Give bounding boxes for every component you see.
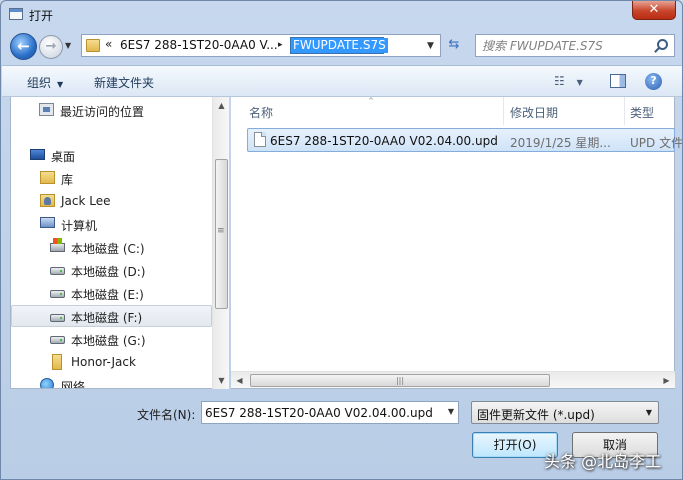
recent-pages-chevron-down-icon[interactable]: ▼ — [65, 41, 71, 50]
navigation-pane-scrollbar[interactable]: ▲ ▼ — [212, 97, 229, 389]
watermark: 头条 @北岛李工 — [544, 452, 662, 471]
navigation-bar: ← → ▼ « 6ES7 288-1ST20-0AA0 V... ▸ FWUPD… — [1, 29, 682, 65]
library-icon — [40, 171, 55, 184]
desktop-icon — [30, 149, 45, 160]
nav-item-label: 桌面 — [51, 150, 76, 164]
filetype-select[interactable]: 固件更新文件 (*.upd) ▼ — [471, 401, 659, 424]
system-drive-icon — [50, 238, 65, 252]
nav-item-drive-f[interactable]: 本地磁盘 (F:) — [11, 305, 212, 327]
filetype-chevron-down-icon: ▼ — [645, 408, 652, 417]
nav-item-desktop[interactable]: 桌面 — [11, 144, 211, 166]
forward-button[interactable]: → — [39, 35, 63, 59]
file-date: 2019/1/25 星期... — [510, 136, 611, 150]
table-row[interactable]: 6ES7 288-1ST20-0AA0 V02.04.00.upd 2019/1… — [247, 128, 682, 152]
nav-item-drive-d[interactable]: 本地磁盘 (D:) — [11, 259, 211, 281]
nav-item-recent-places[interactable]: 最近访问的位置 — [11, 99, 211, 121]
nav-item-label: 网络 — [61, 380, 86, 389]
nav-item-label: 库 — [61, 173, 74, 187]
scroll-right-icon[interactable]: ▶ — [658, 372, 675, 389]
window-title: 打开 — [29, 9, 54, 23]
drive-icon — [50, 336, 65, 344]
scrollbar-thumb[interactable]: ||| — [250, 374, 550, 387]
recent-places-icon — [39, 103, 54, 116]
nav-item-libraries[interactable]: 库 — [11, 167, 211, 189]
device-icon — [52, 354, 62, 370]
scroll-left-icon[interactable]: ◀ — [231, 372, 248, 389]
column-header-label: 类型 — [630, 106, 655, 120]
address-bar[interactable]: « 6ES7 288-1ST20-0AA0 V... ▸ FWUPDATE.S7… — [81, 34, 441, 57]
nav-item-label: 本地磁盘 (C:) — [71, 242, 145, 256]
sort-ascending-icon: ^ — [368, 97, 374, 105]
filetype-value: 固件更新文件 (*.upd) — [477, 408, 595, 422]
folder-icon — [86, 39, 100, 52]
drive-icon — [50, 267, 65, 275]
nav-item-computer[interactable]: 计算机 — [11, 213, 211, 235]
computer-icon — [40, 217, 55, 228]
column-header-label: 名称 — [249, 106, 274, 120]
filename-combobox[interactable]: ▼ — [201, 401, 459, 424]
nav-item-network[interactable]: 网络 — [11, 374, 211, 389]
scroll-up-icon[interactable]: ▲ — [213, 97, 230, 114]
nav-item-drive-c[interactable]: 本地磁盘 (C:) — [11, 236, 211, 258]
search-input[interactable] — [482, 38, 652, 54]
search-icon[interactable] — [657, 39, 668, 50]
breadcrumb-current: FWUPDATE.S7S — [291, 38, 388, 53]
preview-pane-icon[interactable] — [610, 74, 626, 88]
filename-input[interactable] — [205, 405, 435, 421]
address-history-chevron-down-icon[interactable]: ▼ — [427, 41, 434, 51]
organize-label: 组织 — [27, 76, 52, 90]
column-header-date[interactable]: 修改日期 — [504, 97, 624, 125]
nav-item-label: 本地磁盘 (G:) — [71, 334, 146, 348]
view-icon: ☷ — [554, 74, 565, 88]
close-button[interactable]: ✕ — [632, 1, 676, 20]
file-icon — [254, 132, 266, 147]
file-name: 6ES7 288-1ST20-0AA0 V02.04.00.upd — [270, 134, 498, 148]
drive-icon — [50, 290, 65, 298]
breadcrumb-separator-icon[interactable]: ▸ — [278, 40, 283, 50]
refresh-button[interactable]: ⇆ — [443, 35, 465, 57]
command-toolbar: 组织 ▼ 新建文件夹 ☷ ▼ ? — [2, 65, 682, 97]
organize-chevron-down-icon: ▼ — [57, 80, 64, 89]
column-header-label: 修改日期 — [510, 106, 559, 120]
scrollbar-thumb[interactable] — [215, 159, 228, 309]
nav-item-label: Honor-Jack — [71, 355, 136, 369]
drive-icon — [50, 314, 65, 322]
horizontal-scrollbar[interactable]: ◀ ||| ▶ — [231, 371, 675, 388]
breadcrumb-folder[interactable]: 6ES7 288-1ST20-0AA0 V... — [120, 38, 278, 52]
new-folder-button[interactable]: 新建文件夹 — [94, 74, 154, 91]
nav-item-drive-g[interactable]: 本地磁盘 (G:) — [11, 328, 211, 350]
column-header-type[interactable]: 类型 — [625, 97, 675, 125]
user-folder-icon — [40, 194, 55, 207]
nav-item-label: 计算机 — [61, 219, 98, 233]
navigation-pane: 最近访问的位置 桌面 库 Jack Lee 计算机 本地磁盘 (C:) 本地磁盘… — [10, 97, 229, 389]
nav-item-honor-jack[interactable]: Honor-Jack — [11, 351, 211, 373]
breadcrumb-current-edit[interactable]: FWUPDATE.S7S — [290, 37, 388, 54]
column-header-name[interactable]: 名称 ^ — [231, 97, 503, 125]
organize-button[interactable]: 组织 ▼ — [27, 74, 63, 91]
nav-item-user[interactable]: Jack Lee — [11, 190, 211, 212]
help-icon[interactable]: ? — [645, 73, 662, 90]
title-bar: 打开 ✕ — [1, 1, 682, 29]
file-type: UPD 文件 — [630, 136, 683, 150]
nav-item-drive-e[interactable]: 本地磁盘 (E:) — [11, 282, 211, 304]
nav-item-label: 最近访问的位置 — [60, 105, 145, 119]
window-icon — [9, 8, 23, 20]
nav-item-label: Jack Lee — [61, 194, 111, 208]
search-box[interactable] — [475, 34, 675, 57]
change-view-button[interactable]: ☷ ▼ — [554, 74, 583, 88]
nav-item-label: 本地磁盘 (D:) — [71, 265, 146, 279]
network-icon — [40, 378, 54, 388]
nav-item-label: 本地磁盘 (E:) — [71, 288, 144, 302]
nav-item-label: 本地磁盘 (F:) — [71, 311, 143, 325]
filename-chevron-down-icon[interactable]: ▼ — [448, 407, 454, 416]
file-list-pane: 名称 ^ 修改日期 类型 6ES7 288-1ST20-0AA0 V02.04.… — [231, 97, 682, 389]
view-chevron-down-icon: ▼ — [576, 78, 583, 87]
filename-label: 文件名(N): — [137, 408, 196, 422]
open-file-dialog: 打开 ✕ ← → ▼ « 6ES7 288-1ST20-0AA0 V... ▸ … — [0, 0, 683, 480]
breadcrumb-overflow[interactable]: « — [105, 37, 112, 51]
back-button[interactable]: ← — [10, 33, 37, 60]
scroll-down-icon[interactable]: ▼ — [213, 372, 230, 389]
